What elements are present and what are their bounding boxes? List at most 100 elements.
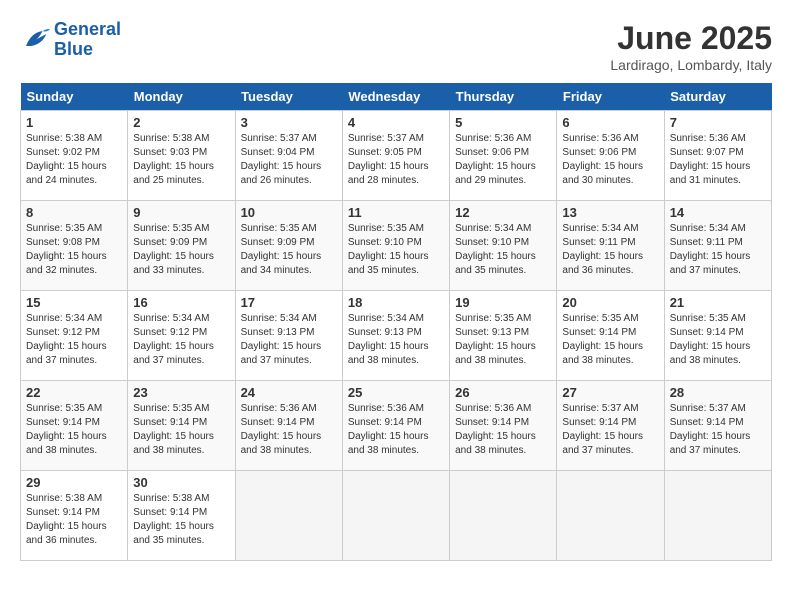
day-number: 27	[562, 385, 658, 400]
calendar-cell: 28 Sunrise: 5:37 AMSunset: 9:14 PMDaylig…	[664, 381, 771, 471]
day-number: 6	[562, 115, 658, 130]
day-number: 21	[670, 295, 766, 310]
day-number: 30	[133, 475, 229, 490]
calendar-cell: 25 Sunrise: 5:36 AMSunset: 9:14 PMDaylig…	[342, 381, 449, 471]
calendar-cell: 17 Sunrise: 5:34 AMSunset: 9:13 PMDaylig…	[235, 291, 342, 381]
day-number: 17	[241, 295, 337, 310]
day-number: 20	[562, 295, 658, 310]
day-info: Sunrise: 5:35 AMSunset: 9:14 PMDaylight:…	[26, 403, 107, 456]
calendar-cell: 5 Sunrise: 5:36 AMSunset: 9:06 PMDayligh…	[450, 111, 557, 201]
day-info: Sunrise: 5:36 AMSunset: 9:06 PMDaylight:…	[562, 133, 643, 186]
calendar-cell: 21 Sunrise: 5:35 AMSunset: 9:14 PMDaylig…	[664, 291, 771, 381]
day-info: Sunrise: 5:38 AMSunset: 9:03 PMDaylight:…	[133, 133, 214, 186]
day-number: 1	[26, 115, 122, 130]
calendar-cell: 19 Sunrise: 5:35 AMSunset: 9:13 PMDaylig…	[450, 291, 557, 381]
day-info: Sunrise: 5:35 AMSunset: 9:08 PMDaylight:…	[26, 223, 107, 276]
calendar-cell	[342, 471, 449, 561]
calendar-cell	[664, 471, 771, 561]
calendar-cell: 4 Sunrise: 5:37 AMSunset: 9:05 PMDayligh…	[342, 111, 449, 201]
day-info: Sunrise: 5:37 AMSunset: 9:14 PMDaylight:…	[562, 403, 643, 456]
calendar-cell: 12 Sunrise: 5:34 AMSunset: 9:10 PMDaylig…	[450, 201, 557, 291]
day-number: 10	[241, 205, 337, 220]
calendar-cell: 22 Sunrise: 5:35 AMSunset: 9:14 PMDaylig…	[21, 381, 128, 471]
calendar-table: SundayMondayTuesdayWednesdayThursdayFrid…	[20, 83, 772, 561]
day-number: 14	[670, 205, 766, 220]
calendar-week-row: 29 Sunrise: 5:38 AMSunset: 9:14 PMDaylig…	[21, 471, 772, 561]
day-info: Sunrise: 5:36 AMSunset: 9:14 PMDaylight:…	[455, 403, 536, 456]
day-info: Sunrise: 5:37 AMSunset: 9:04 PMDaylight:…	[241, 133, 322, 186]
calendar-cell: 29 Sunrise: 5:38 AMSunset: 9:14 PMDaylig…	[21, 471, 128, 561]
day-number: 4	[348, 115, 444, 130]
calendar-week-row: 15 Sunrise: 5:34 AMSunset: 9:12 PMDaylig…	[21, 291, 772, 381]
day-info: Sunrise: 5:36 AMSunset: 9:06 PMDaylight:…	[455, 133, 536, 186]
day-number: 28	[670, 385, 766, 400]
day-info: Sunrise: 5:35 AMSunset: 9:09 PMDaylight:…	[133, 223, 214, 276]
day-number: 8	[26, 205, 122, 220]
day-info: Sunrise: 5:35 AMSunset: 9:13 PMDaylight:…	[455, 313, 536, 366]
weekday-header: Monday	[128, 83, 235, 111]
day-number: 9	[133, 205, 229, 220]
day-number: 13	[562, 205, 658, 220]
calendar-cell	[557, 471, 664, 561]
day-number: 19	[455, 295, 551, 310]
day-info: Sunrise: 5:35 AMSunset: 9:14 PMDaylight:…	[133, 403, 214, 456]
calendar-cell: 2 Sunrise: 5:38 AMSunset: 9:03 PMDayligh…	[128, 111, 235, 201]
day-number: 29	[26, 475, 122, 490]
title-area: June 2025 Lardirago, Lombardy, Italy	[610, 20, 772, 73]
calendar-cell: 13 Sunrise: 5:34 AMSunset: 9:11 PMDaylig…	[557, 201, 664, 291]
day-info: Sunrise: 5:38 AMSunset: 9:14 PMDaylight:…	[26, 493, 107, 546]
day-number: 2	[133, 115, 229, 130]
day-info: Sunrise: 5:37 AMSunset: 9:14 PMDaylight:…	[670, 403, 751, 456]
calendar-cell: 9 Sunrise: 5:35 AMSunset: 9:09 PMDayligh…	[128, 201, 235, 291]
weekday-header: Friday	[557, 83, 664, 111]
day-info: Sunrise: 5:35 AMSunset: 9:14 PMDaylight:…	[670, 313, 751, 366]
calendar-cell: 20 Sunrise: 5:35 AMSunset: 9:14 PMDaylig…	[557, 291, 664, 381]
month-title: June 2025	[610, 20, 772, 57]
calendar-cell: 24 Sunrise: 5:36 AMSunset: 9:14 PMDaylig…	[235, 381, 342, 471]
day-number: 26	[455, 385, 551, 400]
calendar-cell	[450, 471, 557, 561]
weekday-header: Saturday	[664, 83, 771, 111]
day-number: 18	[348, 295, 444, 310]
calendar-cell: 23 Sunrise: 5:35 AMSunset: 9:14 PMDaylig…	[128, 381, 235, 471]
day-number: 23	[133, 385, 229, 400]
day-number: 16	[133, 295, 229, 310]
day-number: 7	[670, 115, 766, 130]
weekday-header: Wednesday	[342, 83, 449, 111]
logo-line1: General	[54, 19, 121, 39]
day-info: Sunrise: 5:34 AMSunset: 9:11 PMDaylight:…	[670, 223, 751, 276]
day-info: Sunrise: 5:38 AMSunset: 9:14 PMDaylight:…	[133, 493, 214, 546]
day-info: Sunrise: 5:38 AMSunset: 9:02 PMDaylight:…	[26, 133, 107, 186]
day-info: Sunrise: 5:34 AMSunset: 9:11 PMDaylight:…	[562, 223, 643, 276]
day-info: Sunrise: 5:34 AMSunset: 9:12 PMDaylight:…	[26, 313, 107, 366]
day-info: Sunrise: 5:34 AMSunset: 9:13 PMDaylight:…	[348, 313, 429, 366]
day-number: 15	[26, 295, 122, 310]
calendar-cell: 7 Sunrise: 5:36 AMSunset: 9:07 PMDayligh…	[664, 111, 771, 201]
logo-line2: Blue	[54, 39, 93, 59]
calendar-header-row: SundayMondayTuesdayWednesdayThursdayFrid…	[21, 83, 772, 111]
day-info: Sunrise: 5:34 AMSunset: 9:13 PMDaylight:…	[241, 313, 322, 366]
day-number: 11	[348, 205, 444, 220]
day-info: Sunrise: 5:36 AMSunset: 9:07 PMDaylight:…	[670, 133, 751, 186]
logo-text: General Blue	[54, 20, 121, 60]
day-info: Sunrise: 5:35 AMSunset: 9:09 PMDaylight:…	[241, 223, 322, 276]
calendar-body: 1 Sunrise: 5:38 AMSunset: 9:02 PMDayligh…	[21, 111, 772, 561]
calendar-cell: 14 Sunrise: 5:34 AMSunset: 9:11 PMDaylig…	[664, 201, 771, 291]
weekday-header: Tuesday	[235, 83, 342, 111]
day-number: 12	[455, 205, 551, 220]
calendar-cell: 18 Sunrise: 5:34 AMSunset: 9:13 PMDaylig…	[342, 291, 449, 381]
weekday-header: Thursday	[450, 83, 557, 111]
calendar-week-row: 22 Sunrise: 5:35 AMSunset: 9:14 PMDaylig…	[21, 381, 772, 471]
day-info: Sunrise: 5:34 AMSunset: 9:10 PMDaylight:…	[455, 223, 536, 276]
page-header: General Blue June 2025 Lardirago, Lombar…	[20, 20, 772, 73]
calendar-cell: 10 Sunrise: 5:35 AMSunset: 9:09 PMDaylig…	[235, 201, 342, 291]
calendar-week-row: 1 Sunrise: 5:38 AMSunset: 9:02 PMDayligh…	[21, 111, 772, 201]
calendar-cell: 27 Sunrise: 5:37 AMSunset: 9:14 PMDaylig…	[557, 381, 664, 471]
day-number: 25	[348, 385, 444, 400]
calendar-cell: 16 Sunrise: 5:34 AMSunset: 9:12 PMDaylig…	[128, 291, 235, 381]
logo: General Blue	[20, 20, 121, 60]
day-info: Sunrise: 5:36 AMSunset: 9:14 PMDaylight:…	[348, 403, 429, 456]
calendar-cell: 8 Sunrise: 5:35 AMSunset: 9:08 PMDayligh…	[21, 201, 128, 291]
day-info: Sunrise: 5:37 AMSunset: 9:05 PMDaylight:…	[348, 133, 429, 186]
calendar-cell: 26 Sunrise: 5:36 AMSunset: 9:14 PMDaylig…	[450, 381, 557, 471]
